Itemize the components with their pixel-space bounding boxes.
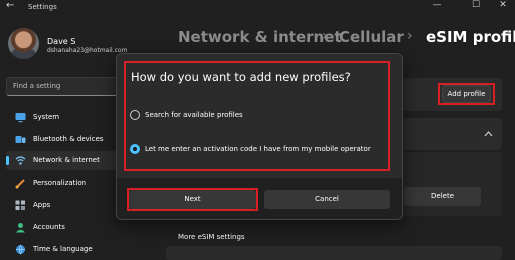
user-name: Dave S: [47, 37, 76, 46]
radio-label[interactable]: Search for available profiles: [145, 111, 243, 119]
sidebar-item-label: Personalization: [33, 179, 87, 187]
user-email: dshanaha23@hotmail.com: [47, 47, 128, 54]
breadcrumb-separator: ›: [322, 28, 328, 44]
bluetooth-icon: [15, 136, 26, 143]
sidebar-item-label: Bluetooth & devices: [33, 135, 104, 143]
add-profile-dialog: How do you want to add new profiles? Sea…: [116, 53, 403, 220]
globe-icon: [16, 244, 25, 255]
sidebar-item-label: Apps: [33, 201, 51, 209]
radio-activation-code[interactable]: [130, 144, 140, 154]
sidebar-item-label: Accounts: [33, 223, 65, 231]
sidebar-item-label: Time & language: [33, 245, 93, 253]
sidebar-item-accounts[interactable]: Accounts: [6, 218, 154, 237]
radio-search-profiles[interactable]: [130, 110, 140, 120]
breadcrumb-separator: ›: [407, 28, 413, 44]
maximize-button[interactable]: ☐: [465, 0, 487, 14]
sidebar-item-label: System: [33, 113, 60, 121]
chevron-up-icon[interactable]: [484, 130, 493, 137]
app-title: Settings: [28, 3, 57, 11]
minimize-button[interactable]: —: [426, 0, 448, 14]
breadcrumb-cellular[interactable]: Cellular: [339, 28, 404, 46]
person-icon: [16, 223, 25, 233]
brush-icon: [15, 179, 25, 189]
selection-indicator: [6, 156, 9, 165]
highlight-box: [438, 83, 495, 105]
sidebar-item-label: Network & internet: [33, 156, 100, 164]
apps-icon: [15, 200, 25, 210]
page-title: eSIM profiles: [426, 28, 515, 46]
more-esim-settings-heading: More eSIM settings: [178, 233, 245, 241]
wifi-icon: [15, 156, 26, 165]
delete-button[interactable]: Delete: [404, 187, 481, 206]
search-placeholder: Find a setting: [13, 82, 61, 90]
radio-label[interactable]: Let me enter an activation code I have f…: [145, 145, 371, 153]
monitor-icon: [15, 113, 26, 123]
sidebar-item-time-language[interactable]: Time & language: [6, 240, 154, 259]
cancel-button[interactable]: Cancel: [264, 190, 390, 209]
dialog-title: How do you want to add new profiles?: [131, 70, 351, 84]
back-button[interactable]: ←: [6, 0, 22, 14]
highlight-box: [127, 188, 258, 211]
breadcrumb-network[interactable]: Network & internet: [178, 28, 342, 46]
close-button[interactable]: ✕: [492, 0, 514, 14]
avatar[interactable]: [8, 28, 39, 59]
